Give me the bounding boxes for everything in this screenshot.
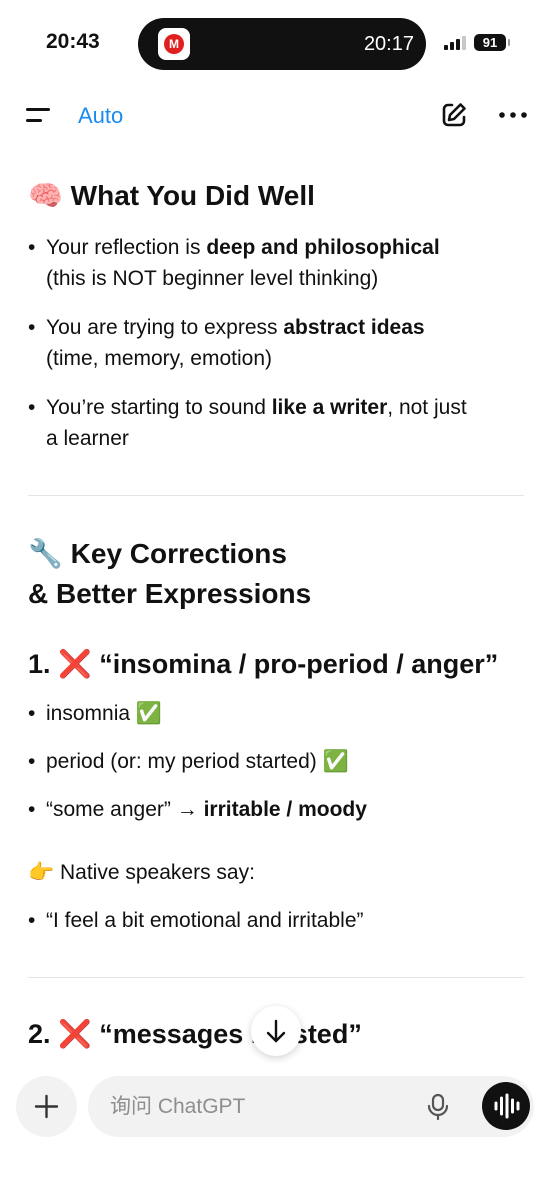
list-item: • period (or: my period started) ✅: [28, 746, 524, 777]
note-text: Native speakers say:: [60, 861, 255, 884]
list-text: Your reflection is: [46, 236, 207, 259]
bullet-dot: •: [28, 396, 36, 419]
native-speakers-note: 👉 Native speakers say:: [28, 857, 255, 888]
arrow-down-icon: [266, 1019, 286, 1043]
dynamic-island[interactable]: M 20:17: [138, 18, 426, 70]
battery-indicator: 91: [474, 34, 506, 51]
cellular-signal-icon: [444, 36, 466, 50]
model-selector[interactable]: Auto: [78, 103, 123, 129]
heading-text: “messages i: [99, 1019, 259, 1049]
check-mark-icon: ✅: [322, 750, 349, 773]
pointing-hand-icon: 👉: [28, 861, 55, 884]
list-bold-text: irritable / moody: [203, 798, 367, 821]
list-text: (this is NOT beginner level thinking): [46, 267, 379, 290]
sidebar-menu-icon[interactable]: [26, 106, 52, 126]
bullet-dot: •: [28, 909, 36, 932]
message-input[interactable]: [110, 1093, 400, 1121]
list-item: • “some anger” → irritable / moody: [28, 794, 524, 825]
list-item: • Your reflection is deep and philosophi…: [28, 232, 524, 294]
section-divider: [28, 977, 524, 978]
section-divider: [28, 495, 524, 496]
cross-mark-icon: ❌: [58, 1019, 92, 1049]
check-mark-icon: ✅: [135, 702, 163, 725]
list-text: You are trying to express: [46, 316, 284, 339]
add-attachment-button[interactable]: [16, 1076, 77, 1137]
waveform-icon: [494, 1093, 520, 1119]
scroll-to-bottom-button[interactable]: [251, 1006, 301, 1056]
battery-tip-icon: [508, 39, 510, 46]
list-bold-text: abstract ideas: [283, 316, 425, 339]
heading-text: What You Did Well: [70, 180, 315, 211]
heading-text: Key Corrections: [70, 538, 287, 569]
bullet-dot: •: [28, 798, 36, 821]
bullet-dot: •: [28, 750, 36, 773]
heading-key-corrections: 🔧 Key Corrections: [28, 534, 287, 574]
list-text: insomnia: [46, 702, 131, 725]
list-item: • You’re starting to sound like a writer…: [28, 392, 524, 454]
correction-heading-2: 2. ❌ “messages i rsted”: [28, 1014, 362, 1054]
microphone-icon[interactable]: [426, 1093, 450, 1121]
live-activity-time: 20:17: [363, 33, 414, 55]
list-text: You’re starting to sound: [46, 396, 272, 419]
message-composer: [88, 1076, 534, 1137]
brain-icon: 🧠: [28, 180, 63, 211]
bullet-dot: •: [28, 236, 36, 259]
live-activity-app-icon: M: [158, 28, 190, 60]
app-letter: M: [164, 34, 184, 54]
list-text: (time, memory, emotion): [46, 347, 272, 370]
heading-text: & Better Expressions: [28, 578, 312, 609]
status-time: 20:43: [46, 30, 100, 53]
list-text: period (or: my period started): [46, 750, 317, 773]
list-text: “some anger” →: [46, 798, 204, 821]
wrench-icon: 🔧: [28, 538, 63, 569]
list-item: • “I feel a bit emotional and irritable”: [28, 905, 524, 936]
list-item: • insomnia ✅: [28, 698, 524, 729]
plus-icon: [34, 1094, 59, 1119]
cross-mark-icon: ❌: [58, 649, 92, 679]
correction-heading-1: 1. ❌ “insomina / pro-period / anger”: [28, 644, 498, 684]
list-text: “I feel a bit emotional and irritable”: [46, 909, 364, 932]
item-number: 1.: [28, 649, 51, 679]
bullet-dot: •: [28, 702, 36, 725]
new-chat-icon[interactable]: [440, 101, 468, 129]
bullet-dot: •: [28, 316, 36, 339]
list-text: a learner: [46, 427, 129, 450]
list-bold-text: like a writer: [271, 396, 388, 419]
heading-text: “insomina / pro-period / anger”: [99, 649, 499, 679]
heading-key-corrections-line2: & Better Expressions: [28, 574, 311, 614]
more-options-icon[interactable]: [498, 104, 528, 126]
voice-mode-button[interactable]: [482, 1082, 530, 1130]
item-number: 2.: [28, 1019, 51, 1049]
list-bold-text: deep and philosophical: [206, 236, 440, 259]
list-text: , not just: [387, 396, 467, 419]
list-item: • You are trying to express abstract ide…: [28, 312, 524, 374]
heading-what-you-did-well: 🧠 What You Did Well: [28, 176, 315, 216]
